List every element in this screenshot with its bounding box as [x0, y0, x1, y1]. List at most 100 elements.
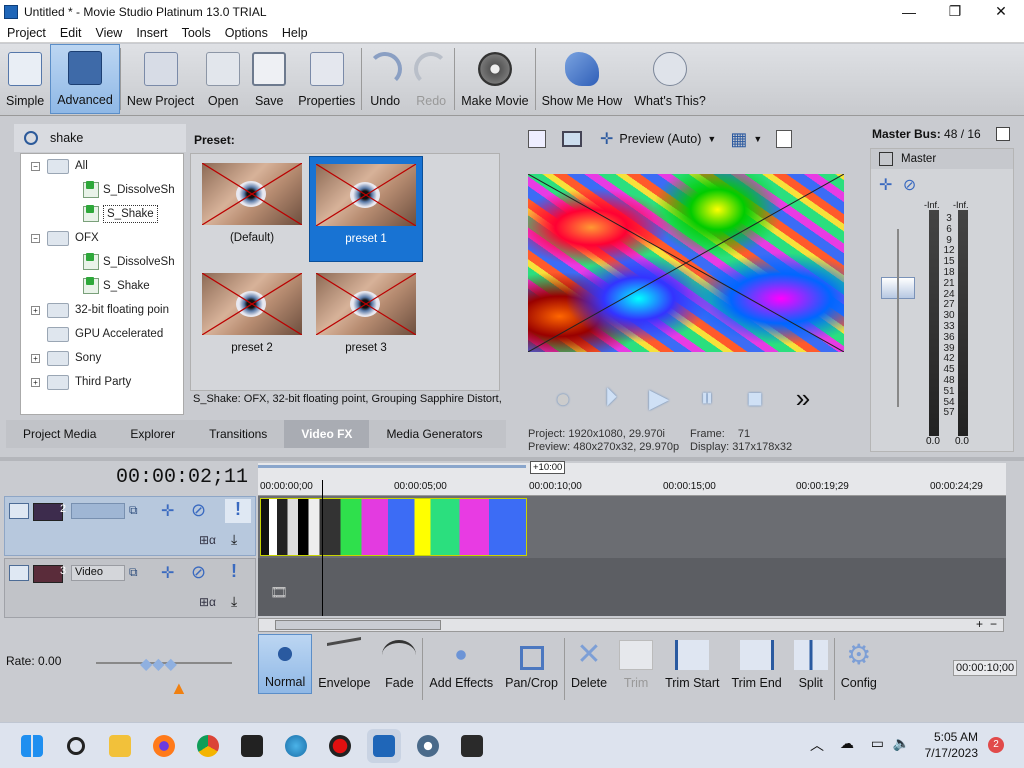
menu-project[interactable]: Project: [0, 26, 53, 40]
expand-icon[interactable]: +: [31, 377, 40, 387]
display-icon[interactable]: ▭: [871, 735, 884, 752]
tree-item-gpu[interactable]: GPU Accelerated: [21, 322, 183, 346]
file-explorer-button[interactable]: [103, 729, 137, 763]
simple-button[interactable]: Simple: [0, 44, 50, 114]
search-input[interactable]: shake: [50, 131, 83, 145]
start-button[interactable]: [15, 729, 49, 763]
rate-thumb-icon[interactable]: ▲: [170, 678, 188, 699]
advanced-button[interactable]: Advanced: [50, 44, 120, 114]
play-from-start-icon[interactable]: ⏵: [596, 382, 626, 413]
track-name-field[interactable]: [71, 503, 125, 519]
video-clip[interactable]: [260, 498, 527, 556]
globe-app-button[interactable]: [279, 729, 313, 763]
recorder-button[interactable]: [323, 729, 357, 763]
7zip-button[interactable]: [235, 729, 269, 763]
network-icon[interactable]: ☁: [840, 735, 854, 752]
move-icon[interactable]: ✛: [161, 501, 174, 521]
tab-project-media[interactable]: Project Media: [6, 420, 113, 448]
normal-edit-button[interactable]: Normal: [258, 634, 313, 694]
timeline-scrollbar[interactable]: + −: [258, 617, 1004, 632]
terminal-button[interactable]: [455, 729, 489, 763]
fx-chain-icon[interactable]: ⧉: [129, 565, 138, 580]
tree-item-sony[interactable]: + Sony: [21, 346, 183, 370]
config-button[interactable]: ⚙ Config: [835, 634, 883, 694]
loop-region-marker[interactable]: +10:00: [530, 461, 566, 474]
movie-studio-button[interactable]: [367, 728, 401, 763]
preview-quality-dropdown[interactable]: Preview (Auto): [619, 132, 701, 146]
fx-chain-icon[interactable]: ⧉: [129, 503, 138, 518]
zoom-in-icon[interactable]: +: [976, 617, 983, 631]
volume-icon[interactable]: 🔈: [893, 735, 910, 752]
make-movie-button[interactable]: Make Movie: [455, 44, 534, 114]
scrollbar-thumb[interactable]: [275, 620, 441, 630]
add-effects-button[interactable]: Add Effects: [423, 634, 499, 694]
menu-insert[interactable]: Insert: [129, 26, 174, 40]
tab-video-fx[interactable]: Video FX: [284, 420, 370, 448]
firefox-button[interactable]: [147, 729, 181, 763]
mute-icon[interactable]: ⊘: [191, 500, 206, 521]
expand-icon[interactable]: +: [31, 305, 40, 315]
tree-item-fx[interactable]: S_DissolveSh: [21, 250, 183, 274]
track-expand-icon[interactable]: [9, 503, 29, 519]
chevron-down-icon[interactable]: ▼: [707, 134, 716, 144]
whats-this-button[interactable]: What's This?: [628, 44, 712, 114]
undo-button[interactable]: Undo: [362, 44, 408, 114]
collapse-icon[interactable]: −: [31, 161, 40, 171]
menu-view[interactable]: View: [88, 26, 129, 40]
trim-button[interactable]: Trim: [613, 634, 659, 694]
redo-button[interactable]: Redo: [408, 44, 454, 114]
record-icon[interactable]: ●: [548, 383, 578, 413]
settings-button[interactable]: [411, 729, 445, 763]
tree-item-all[interactable]: − All: [21, 154, 183, 178]
fast-forward-icon[interactable]: »: [788, 383, 818, 413]
preset-1[interactable]: preset 1: [309, 156, 423, 262]
fade-button[interactable]: Fade: [376, 634, 422, 694]
playhead-cursor[interactable]: [322, 480, 323, 616]
pause-icon[interactable]: ⏸: [692, 382, 722, 413]
minimize-button[interactable]: —: [886, 4, 932, 20]
chrome-button[interactable]: [191, 729, 225, 763]
chevron-up-icon[interactable]: ︿: [810, 735, 824, 755]
move-icon[interactable]: ✛: [879, 177, 892, 194]
tree-item-ofx[interactable]: − OFX: [21, 226, 183, 250]
close-button[interactable]: ✕: [978, 3, 1024, 20]
play-icon[interactable]: ▶: [644, 383, 674, 413]
trim-start-button[interactable]: Trim Start: [659, 634, 725, 694]
preset-default[interactable]: (Default): [195, 156, 309, 262]
properties-button[interactable]: Properties: [292, 44, 361, 114]
arrow-down-icon[interactable]: ⤓: [231, 531, 237, 548]
solo-icon[interactable]: !: [225, 499, 251, 523]
maximize-button[interactable]: ❐: [932, 3, 978, 20]
search-box[interactable]: shake: [14, 124, 186, 152]
tree-item-third-party[interactable]: + Third Party: [21, 370, 183, 394]
tree-item-fx[interactable]: S_Shake: [21, 274, 183, 298]
menu-edit[interactable]: Edit: [53, 26, 89, 40]
mute-icon[interactable]: ⊘: [191, 562, 206, 583]
delete-button[interactable]: ✕ Delete: [565, 634, 613, 694]
tab-media-generators[interactable]: Media Generators: [369, 420, 499, 448]
compositing-icon[interactable]: ⊞α: [199, 595, 216, 609]
copy-snapshot-icon[interactable]: [776, 130, 793, 148]
grid-icon[interactable]: ▦: [730, 129, 747, 150]
trim-end-button[interactable]: Trim End: [725, 634, 787, 694]
track-expand-icon[interactable]: [9, 565, 29, 581]
envelope-button[interactable]: Envelope: [312, 634, 376, 694]
monitor-icon[interactable]: [562, 131, 582, 147]
menu-tools[interactable]: Tools: [175, 26, 218, 40]
fx-icon[interactable]: [879, 152, 893, 166]
show-me-how-button[interactable]: Show Me How: [536, 44, 629, 114]
tab-explorer[interactable]: Explorer: [113, 420, 192, 448]
arrow-down-icon[interactable]: ⤓: [231, 593, 237, 610]
tab-transitions[interactable]: Transitions: [192, 420, 284, 448]
preset-3[interactable]: preset 3: [309, 266, 423, 372]
stop-icon[interactable]: ■: [740, 383, 770, 413]
time-ruler[interactable]: +10:00 00:00:00;00 00:00:05;00 00:00:10;…: [258, 461, 1006, 496]
pan-crop-button[interactable]: Pan/Crop: [499, 634, 564, 694]
rate-diamonds[interactable]: ◆◆◆: [140, 654, 177, 674]
expand-icon[interactable]: +: [31, 353, 40, 363]
chevron-down-icon[interactable]: ▼: [753, 134, 762, 144]
tree-item-fx[interactable]: S_DissolveSh: [21, 178, 183, 202]
menu-help[interactable]: Help: [275, 26, 315, 40]
preset-2[interactable]: preset 2: [195, 266, 309, 372]
track-name-field[interactable]: Video: [71, 565, 125, 581]
